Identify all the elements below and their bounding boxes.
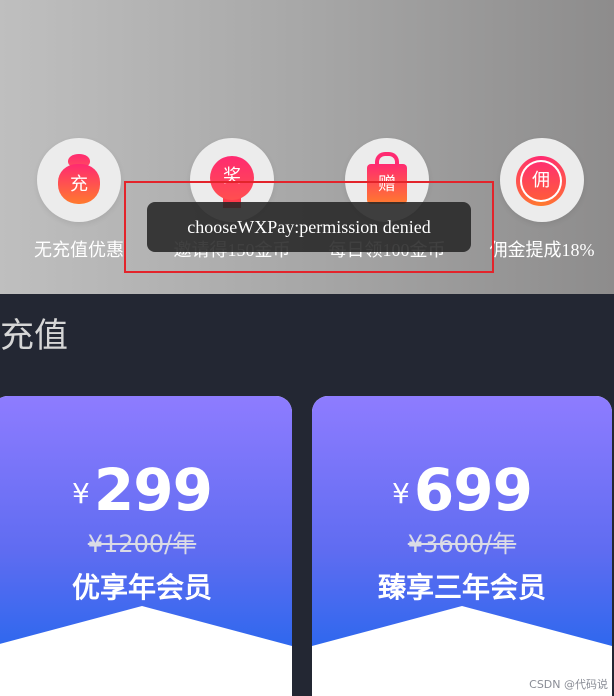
section-title: 充值 — [0, 316, 68, 356]
benefit-no-recharge-discount[interactable]: 充 无充值优惠 — [34, 138, 124, 260]
benefit-commission[interactable]: 佣 佣金提成18% — [490, 138, 595, 260]
benefit-label: 佣金提成18% — [489, 240, 595, 260]
header-banner: 充 无充值优惠 奖 邀请得150金币 赠 每日领100金币 佣 — [0, 0, 614, 294]
highlight-box — [124, 181, 494, 273]
plan-card-three-year[interactable]: ¥699 ¥3600/年 臻享三年会员 — [312, 396, 612, 696]
plan-name: 臻享三年会员 — [377, 571, 546, 604]
plan-price: ¥699 — [392, 456, 533, 524]
plan-original-price: ¥3600/年 — [407, 530, 517, 558]
plan-original-price: ¥1200/年 — [87, 530, 197, 558]
benefit-label: 无充值优惠 — [34, 240, 124, 260]
watermark: CSDN @代码说 — [529, 678, 608, 691]
plan-price: ¥299 — [72, 456, 213, 524]
plan-name: 优享年会员 — [71, 571, 212, 604]
recharge-bag-icon: 充 — [37, 138, 121, 222]
plan-card-annual[interactable]: ¥299 ¥1200/年 优享年会员 — [0, 396, 292, 696]
commission-badge-icon: 佣 — [500, 138, 584, 222]
